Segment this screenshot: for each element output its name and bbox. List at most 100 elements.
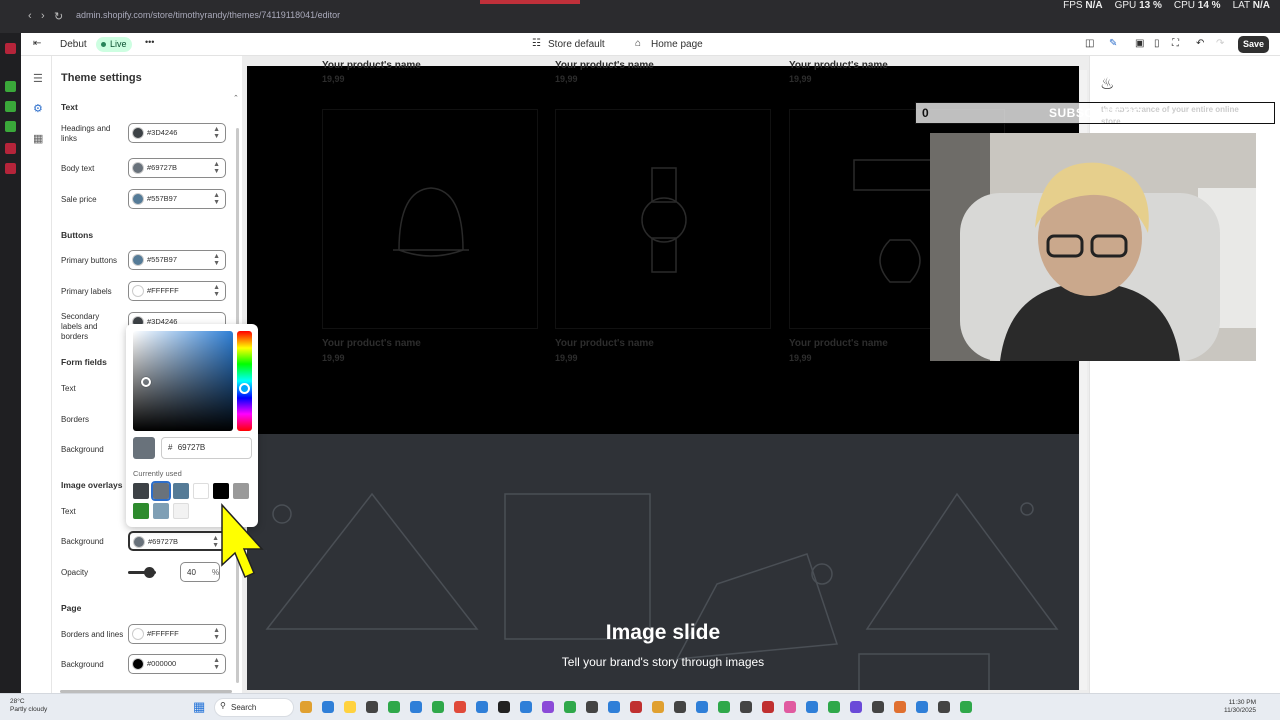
clock-time: 11:30 PM [1228, 699, 1256, 706]
apps-icon[interactable]: ▦ [33, 134, 44, 145]
taskbar-app-icon[interactable] [300, 701, 312, 713]
app-icon[interactable] [5, 143, 16, 154]
product-name[interactable]: Your product's name [555, 338, 654, 349]
taskbar-app-icon[interactable] [740, 701, 752, 713]
taskbar-app-icon[interactable] [652, 701, 664, 713]
headings-color-field[interactable]: #3D4246 ▲ ▼ [128, 123, 226, 143]
color-swatch-option[interactable] [133, 483, 149, 499]
color-swatch-option[interactable] [153, 503, 169, 519]
forward-icon[interactable]: › [41, 10, 45, 22]
opacity-slider-handle[interactable] [144, 567, 155, 578]
back-icon[interactable]: ‹ [28, 10, 32, 22]
fullscreen-icon[interactable]: ⛶ [1172, 38, 1179, 49]
taskbar-app-icon[interactable] [586, 701, 598, 713]
taskbar-app-icon[interactable] [564, 701, 576, 713]
overlay-background-color-field[interactable]: #69727B ▲ ▼ [128, 531, 226, 551]
app-icon[interactable] [5, 163, 16, 174]
app-icon[interactable] [5, 121, 16, 132]
reload-icon[interactable]: ↻ [54, 10, 63, 23]
sale-price-color-field[interactable]: #557B97 ▲ ▼ [128, 189, 226, 209]
taskbar-app-icon[interactable] [520, 701, 532, 713]
subscribers-overlay: 0 SUBSCRIBERS 20 [915, 102, 1275, 124]
undo-icon[interactable]: ↶ [1196, 38, 1204, 49]
live-badge: Live [96, 37, 132, 52]
taskbar-app-icon[interactable] [344, 701, 356, 713]
hex-input[interactable]: # 69727B [161, 437, 252, 459]
product-placeholder-image[interactable] [555, 109, 771, 329]
address-bar[interactable]: admin.shopify.com/store/timothyrandy/the… [76, 10, 340, 20]
hue-slider[interactable] [237, 331, 252, 431]
taskbar-search[interactable]: Search [214, 698, 294, 717]
taskbar-app-icon[interactable] [322, 701, 334, 713]
hex-value: #557B97 [147, 194, 178, 203]
inspector-icon[interactable]: ◫ [1085, 38, 1094, 49]
weather-widget[interactable]: 28°C Partly cloudy [10, 698, 47, 714]
store-default-selector[interactable]: Store default [548, 39, 605, 50]
taskbar-app-icon[interactable] [630, 701, 642, 713]
save-button[interactable]: Save [1238, 36, 1269, 53]
color-swatch-option[interactable] [173, 483, 189, 499]
taskbar-app-icon[interactable] [784, 701, 796, 713]
taskbar-app-icon[interactable] [498, 701, 510, 713]
theme-settings-icon[interactable]: ⚙ [33, 104, 44, 115]
taskbar-app-icon[interactable] [410, 701, 422, 713]
color-swatch-option[interactable] [151, 481, 171, 501]
taskbar-app-icon[interactable] [674, 701, 686, 713]
taskbar-app-icon[interactable] [476, 701, 488, 713]
product-name[interactable]: Your product's name [322, 338, 421, 349]
opacity-input[interactable]: 40 % [180, 562, 220, 582]
saturation-handle[interactable] [141, 377, 151, 387]
taskbar-app-icon[interactable] [608, 701, 620, 713]
select-icon[interactable]: ✎ [1109, 38, 1117, 49]
borders-lines-color-field[interactable]: #FFFFFF ▲ ▼ [128, 624, 226, 644]
color-swatch-option[interactable] [213, 483, 229, 499]
start-icon[interactable]: ▦ [193, 699, 205, 715]
product-name[interactable]: Your product's name [789, 338, 888, 349]
taskbar-app-icon[interactable] [432, 701, 444, 713]
taskbar-app-icon[interactable] [872, 701, 884, 713]
app-icon[interactable] [5, 43, 16, 54]
product-placeholder-image[interactable] [322, 109, 538, 329]
taskbar-app-icon[interactable] [850, 701, 862, 713]
more-actions-icon[interactable]: ••• [145, 37, 154, 47]
primary-labels-color-field[interactable]: #FFFFFF ▲ ▼ [128, 281, 226, 301]
page-selector[interactable]: Home page [651, 39, 703, 50]
taskbar-app-icon[interactable] [960, 701, 972, 713]
product-name[interactable]: Your product's name [789, 60, 888, 71]
sections-icon[interactable]: ☰ [33, 74, 44, 85]
taskbar-app-icon[interactable] [894, 701, 906, 713]
collapse-icon[interactable]: ⌃ [233, 94, 239, 102]
system-clock[interactable]: 11:30 PM 11/30/2025 [1224, 699, 1256, 715]
taskbar-app-icon[interactable] [938, 701, 950, 713]
mobile-icon[interactable]: ▯ [1154, 38, 1160, 49]
taskbar-app-icon[interactable] [542, 701, 554, 713]
taskbar-app-icon[interactable] [366, 701, 378, 713]
taskbar-app-icon[interactable] [718, 701, 730, 713]
color-swatch-option[interactable] [173, 503, 189, 519]
exit-icon[interactable]: ⇤ [33, 38, 41, 49]
hex-value: #69727B [147, 163, 178, 172]
redo-icon[interactable]: ↷ [1216, 38, 1224, 49]
page-background-color-field[interactable]: #000000 ▲ ▼ [128, 654, 226, 674]
product-name[interactable]: Your product's name [322, 60, 421, 71]
taskbar-app-icon[interactable] [806, 701, 818, 713]
app-icon[interactable] [5, 81, 16, 92]
body-text-color-field[interactable]: #69727B ▲ ▼ [128, 158, 226, 178]
hue-handle[interactable] [239, 383, 250, 394]
color-swatch-option[interactable] [133, 503, 149, 519]
primary-buttons-label: Primary buttons [61, 256, 118, 265]
product-name[interactable]: Your product's name [555, 60, 654, 71]
desktop-icon[interactable]: ▣ [1135, 38, 1144, 49]
app-icon[interactable] [5, 101, 16, 112]
color-swatch-option[interactable] [233, 483, 249, 499]
taskbar-app-icon[interactable] [454, 701, 466, 713]
image-slide-section[interactable]: Image slide Tell your brand's story thro… [247, 434, 1079, 690]
theme-name: Debut [60, 39, 87, 50]
taskbar-app-icon[interactable] [828, 701, 840, 713]
taskbar-app-icon[interactable] [388, 701, 400, 713]
taskbar-app-icon[interactable] [916, 701, 928, 713]
taskbar-app-icon[interactable] [762, 701, 774, 713]
primary-buttons-color-field[interactable]: #557B97 ▲ ▼ [128, 250, 226, 270]
color-swatch-option[interactable] [193, 483, 209, 499]
taskbar-app-icon[interactable] [696, 701, 708, 713]
